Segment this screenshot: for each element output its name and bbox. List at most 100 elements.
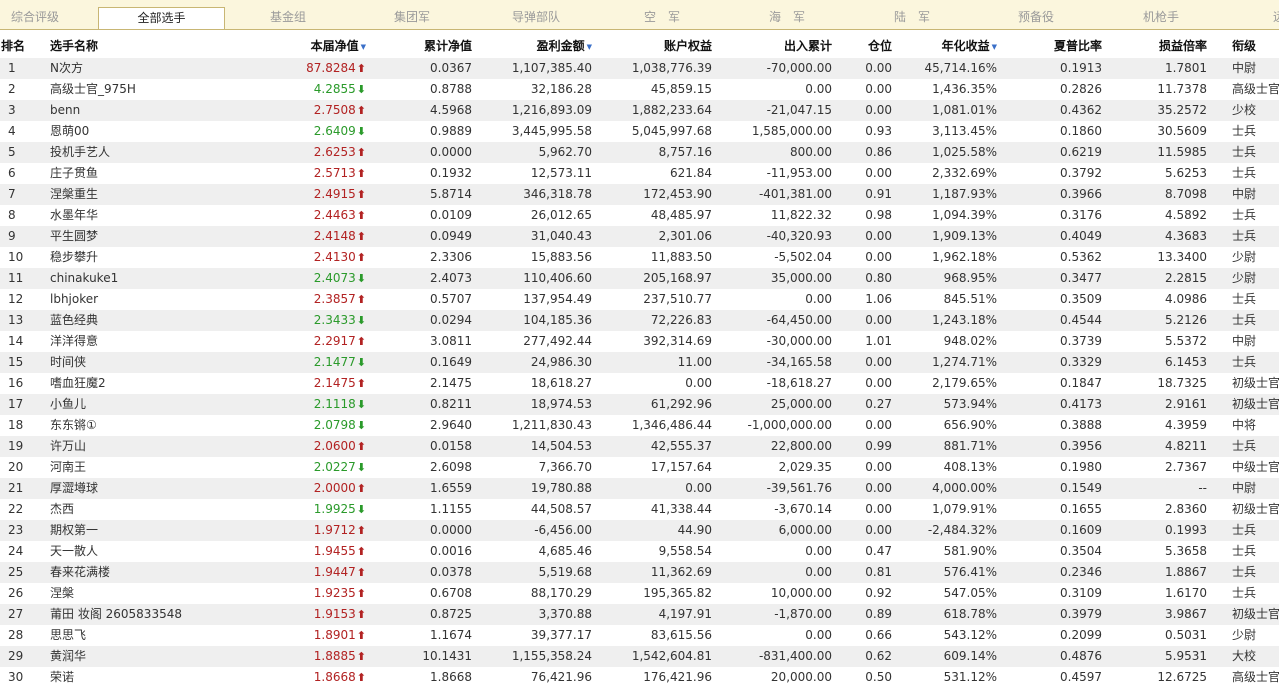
player-name-link[interactable]: 期权第一: [50, 520, 98, 541]
position-cell: 0.00: [865, 376, 892, 390]
tab-overall-rating[interactable]: 综合评级: [0, 0, 70, 29]
sharpe-cell: 0.1549: [1060, 481, 1102, 495]
rank-cell: 18: [8, 418, 24, 432]
player-name-link[interactable]: 高级士官_975H: [50, 79, 136, 100]
military-rank-cell: 中级士官: [1232, 460, 1279, 474]
net-value-cell: 87.8284⬆: [306, 58, 366, 79]
player-name-link[interactable]: 蓝色经典: [50, 310, 98, 331]
inout-cell: 35,000.00: [770, 271, 832, 285]
arrow-up-icon: ⬆: [356, 104, 366, 117]
table-row: 23 期权第一 0.0000 -6,456.00 44.90 6,000.00 0.00 -2…: [0, 520, 1279, 541]
arrow-up-icon: ⬆: [356, 650, 366, 663]
tab-reserve[interactable]: 预备役: [996, 0, 1076, 29]
net-value-cell: 2.4130⬆: [314, 247, 366, 268]
tab-air-force[interactable]: 空 军: [622, 0, 702, 29]
pl-cell: 3,370.88: [538, 607, 592, 621]
player-name-link[interactable]: N次方: [50, 58, 83, 79]
player-name-link[interactable]: 春来花满楼: [50, 562, 110, 583]
sharpe-cell: 0.5362: [1060, 250, 1102, 264]
pl-cell: 15,883.56: [530, 250, 592, 264]
player-name-link[interactable]: 庄子贯鱼: [50, 163, 98, 184]
equity-cell: 83,615.56: [650, 628, 712, 642]
position-cell: 0.89: [865, 607, 892, 621]
military-rank-cell: 士兵: [1232, 523, 1257, 537]
player-name-link[interactable]: chinakuke1: [50, 268, 118, 289]
table-row: 30 荣诺 1.8668 76,421.96 176,421.96 20,000.00 0.…: [0, 667, 1279, 688]
inout-cell: -30,000.00: [766, 334, 832, 348]
player-name-link[interactable]: 嗜血狂魔2: [50, 373, 106, 394]
equity-cell: 72,226.83: [650, 313, 712, 327]
rank-cell: 21: [8, 481, 24, 495]
player-name-link[interactable]: 东东锵①: [50, 415, 97, 436]
net-value: 4.2855: [313, 82, 356, 96]
position-cell: 0.50: [865, 670, 892, 684]
header-rank[interactable]: 排名: [1, 37, 25, 54]
net-value-cell: 2.4148⬆: [314, 226, 366, 247]
net-value: 2.0600: [313, 439, 356, 453]
player-name-link[interactable]: 涅槃重生: [50, 184, 98, 205]
profit-ratio-cell: 4.5892: [1165, 208, 1207, 222]
tab-group-army[interactable]: 集团军: [372, 0, 452, 29]
player-name-link[interactable]: 平生圆梦: [50, 226, 98, 247]
pl-cell: 5,519.68: [538, 565, 592, 579]
player-name-link[interactable]: 莆田 妆阁 2605833548: [50, 604, 182, 625]
position-cell: 1.06: [865, 292, 892, 306]
header-equity[interactable]: 账户权益: [664, 37, 712, 54]
player-name-link[interactable]: 荣诺: [50, 667, 74, 688]
player-name-link[interactable]: benn: [50, 100, 80, 121]
table-row: 16 嗜血狂魔2 2.1475 18,618.27 0.00 -18,618.27 0.00…: [0, 373, 1279, 394]
annual-cell: 581.90%: [943, 544, 997, 558]
header-profit-ratio[interactable]: 损益倍率: [1159, 37, 1207, 54]
military-rank-cell: 士兵: [1232, 292, 1257, 306]
header-pl[interactable]: 盈利金额 ▼: [537, 37, 592, 54]
sharpe-cell: 0.3504: [1060, 544, 1102, 558]
sort-desc-icon: ▼: [360, 43, 366, 51]
header-name[interactable]: 选手名称: [50, 37, 98, 54]
cum-net-cell: 0.0016: [430, 544, 472, 558]
player-name-link[interactable]: 水墨年华: [50, 205, 98, 226]
player-name-link[interactable]: 许万山: [50, 436, 86, 457]
sharpe-cell: 0.6219: [1060, 145, 1102, 159]
rank-cell: 8: [8, 208, 16, 222]
pl-cell: 1,216,893.09: [511, 103, 592, 117]
player-name-link[interactable]: 投机手艺人: [50, 142, 110, 163]
header-military-rank[interactable]: 衔级: [1232, 37, 1256, 54]
player-name-link[interactable]: lbhjoker: [50, 289, 98, 310]
net-value: 2.5713: [313, 166, 356, 180]
player-name-link[interactable]: 洋洋得意: [50, 331, 98, 352]
player-name-link[interactable]: 厚澀墫球: [50, 478, 98, 499]
tab-navy[interactable]: 海 军: [747, 0, 827, 29]
cum-net-cell: 0.8725: [430, 607, 472, 621]
header-cum-net[interactable]: 累计净值: [424, 37, 472, 54]
cum-net-cell: 4.5968: [430, 103, 472, 117]
position-cell: 0.92: [865, 586, 892, 600]
sharpe-cell: 0.1655: [1060, 502, 1102, 516]
player-name-link[interactable]: 小鱼儿: [50, 394, 86, 415]
annual-cell: 1,962.18%: [932, 250, 997, 264]
tab-fund-group[interactable]: 基金组: [248, 0, 328, 29]
inout-cell: 0.00: [805, 544, 832, 558]
player-name-link[interactable]: 思思飞: [50, 625, 86, 646]
player-name-link[interactable]: 河南王: [50, 457, 86, 478]
player-name-link[interactable]: 稳步攀升: [50, 247, 98, 268]
annual-cell: 3,113.45%: [932, 124, 997, 138]
tab-army[interactable]: 陆 军: [872, 0, 952, 29]
cum-net-cell: 1.1155: [430, 502, 472, 516]
header-inout[interactable]: 出入累计: [784, 37, 832, 54]
tab-machine-gunner[interactable]: 机枪手: [1121, 0, 1201, 29]
player-name-link[interactable]: 恩萌00: [50, 121, 89, 142]
header-position[interactable]: 仓位: [868, 37, 892, 54]
player-name-link[interactable]: 时间侠: [50, 352, 86, 373]
header-net[interactable]: 本届净值 ▼: [311, 37, 366, 54]
player-name-link[interactable]: 天一散人: [50, 541, 98, 562]
profit-ratio-cell: 4.0986: [1165, 292, 1207, 306]
player-name-link[interactable]: 杰西: [50, 499, 74, 520]
tab-all-players[interactable]: 全部选手: [98, 7, 225, 29]
player-name-link[interactable]: 涅槃: [50, 583, 74, 604]
header-sharpe[interactable]: 夏普比率: [1054, 37, 1102, 54]
header-annual[interactable]: 年化收益 ▼: [942, 37, 997, 54]
player-name-link[interactable]: 黄润华: [50, 646, 86, 667]
tab-missile-force[interactable]: 导弹部队: [496, 0, 576, 29]
military-rank-cell: 大校: [1232, 649, 1257, 663]
tab-more[interactable]: 远: [1264, 0, 1279, 29]
